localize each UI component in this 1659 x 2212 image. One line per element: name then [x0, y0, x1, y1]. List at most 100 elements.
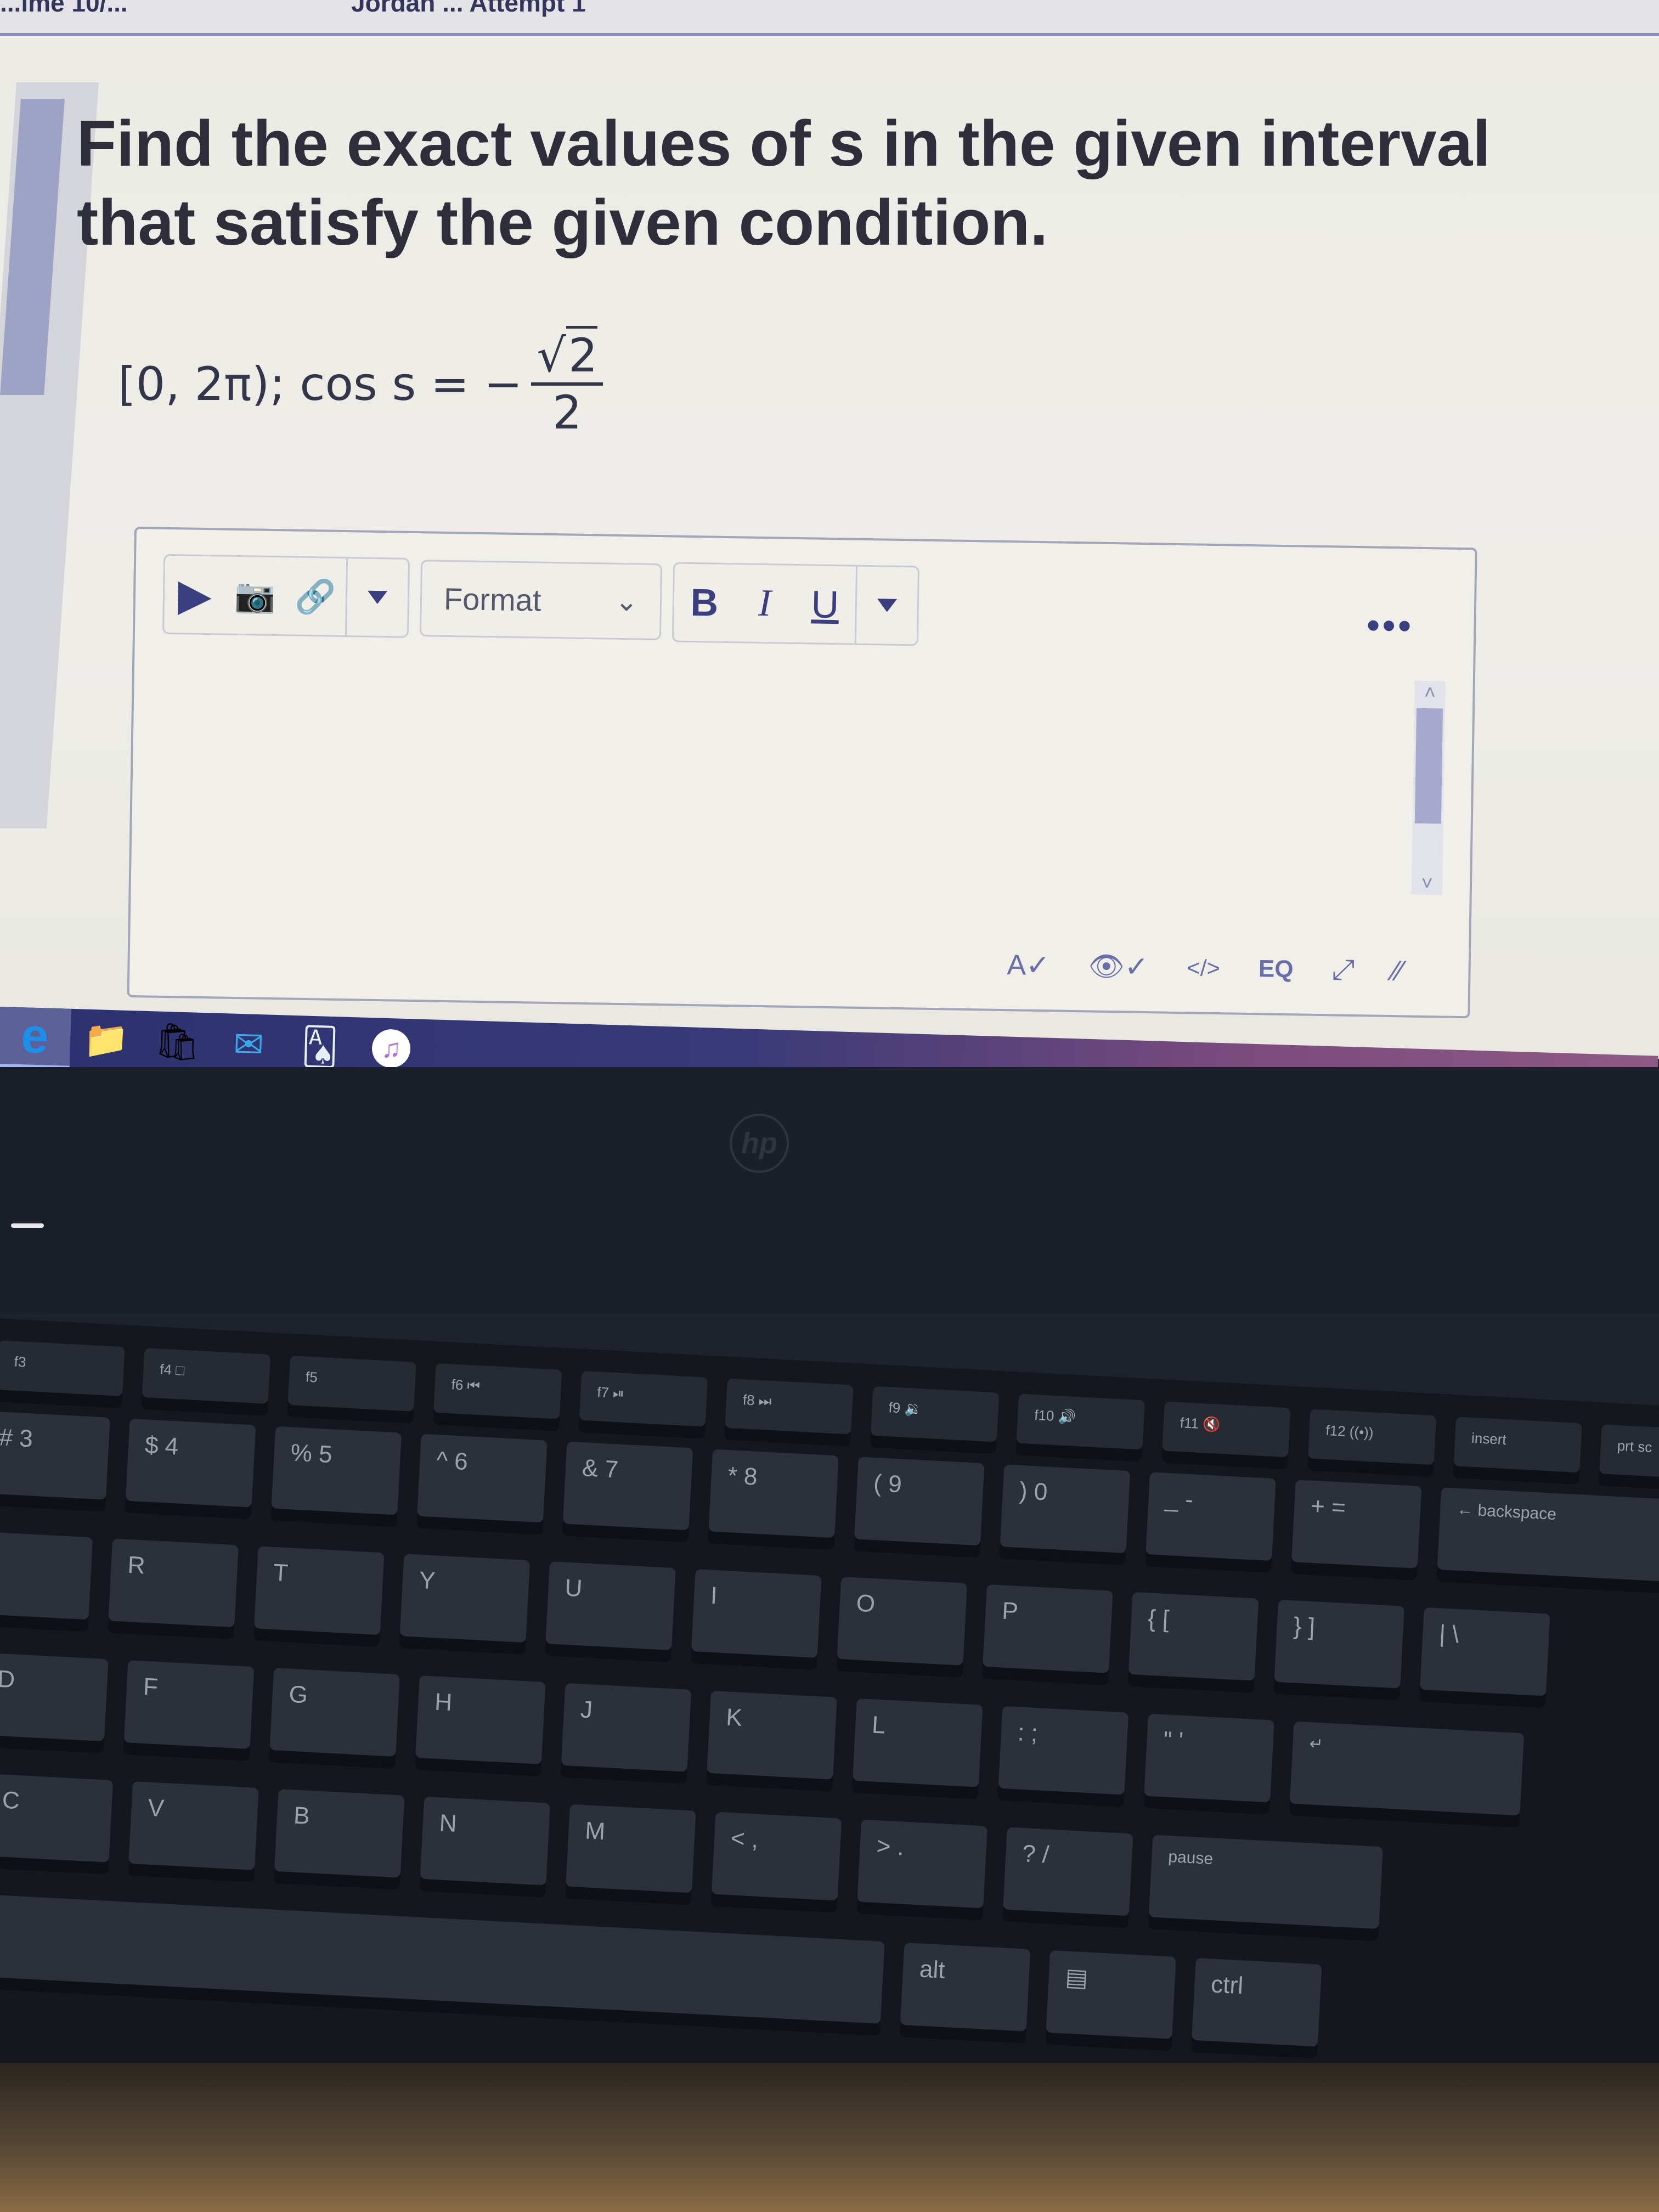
key[interactable]: O — [837, 1577, 968, 1666]
taskbar-app-store[interactable]: 🛍 — [141, 1011, 214, 1074]
find-replace-icon[interactable]: EQ — [1259, 955, 1294, 983]
key[interactable]: f4 □ — [142, 1348, 271, 1404]
equation-fraction: √2 2 — [531, 326, 603, 439]
key[interactable]: f12 ((•)) — [1307, 1409, 1437, 1465]
source-code-icon[interactable]: </> — [1187, 955, 1220, 981]
key[interactable]: D — [0, 1652, 109, 1742]
key[interactable]: alt — [900, 1942, 1031, 2032]
key[interactable]: % 5 — [271, 1426, 402, 1515]
scroll-down-icon[interactable]: ˅ — [1412, 872, 1443, 895]
fullscreen-icon[interactable]: ⤢ — [1331, 953, 1355, 987]
key[interactable]: F — [123, 1660, 255, 1750]
format-select[interactable]: Format ⌄ — [419, 560, 663, 641]
key[interactable]: f6 ⏮ — [433, 1363, 562, 1419]
key[interactable]: T — [253, 1546, 385, 1635]
key[interactable]: E — [0, 1531, 93, 1620]
key[interactable]: " ' — [1144, 1713, 1274, 1803]
editor-scrollbar[interactable]: ˄ ˅ — [1411, 680, 1446, 895]
key[interactable]: { [ — [1128, 1592, 1259, 1681]
accessibility-check-icon[interactable]: 👁✓ — [1088, 949, 1149, 984]
media-toolbar-group: ▶ 📷 🔗 — [162, 554, 410, 638]
taskbar-app-file-explorer[interactable]: 📁 — [70, 1009, 143, 1071]
key[interactable]: ^ 6 — [417, 1434, 548, 1523]
key[interactable]: _ - — [1146, 1472, 1276, 1561]
link-icon[interactable]: 🔗 — [285, 557, 346, 635]
key[interactable]: f9 🔉 — [870, 1386, 1000, 1442]
taskbar-app-mail[interactable]: ✉ — [212, 1013, 285, 1076]
key[interactable]: Y — [399, 1554, 531, 1643]
key[interactable]: f8 ⏭ — [725, 1378, 854, 1435]
key[interactable]: } ] — [1274, 1599, 1404, 1689]
key[interactable]: ( 9 — [854, 1457, 985, 1546]
key[interactable]: prt sc — [1599, 1424, 1659, 1481]
key[interactable]: f7 ⏯ — [579, 1370, 708, 1427]
key[interactable]: J — [561, 1683, 692, 1772]
folder-icon: 📁 — [83, 1018, 129, 1060]
key[interactable]: R — [108, 1538, 239, 1628]
editor-content-area[interactable] — [153, 650, 1424, 928]
video-icon[interactable]: ▶ — [164, 556, 225, 634]
spellcheck-icon[interactable]: A✓ — [1007, 949, 1050, 982]
key[interactable]: $ 4 — [125, 1418, 256, 1508]
radicand: 2 — [566, 326, 598, 382]
bold-button[interactable]: B — [674, 563, 735, 641]
key[interactable]: f3 — [0, 1340, 125, 1396]
hp-logo: hp — [730, 1114, 789, 1173]
edge-icon: e — [20, 1008, 49, 1064]
bezel-glare — [11, 1223, 44, 1228]
key[interactable]: | \ — [1420, 1607, 1550, 1696]
key[interactable]: f11 🔇 — [1162, 1401, 1291, 1458]
key[interactable]: V — [128, 1781, 259, 1870]
taskbar-app-edge[interactable]: e — [0, 1007, 71, 1069]
key[interactable]: P — [983, 1584, 1113, 1673]
key[interactable] — [0, 1894, 885, 2024]
key[interactable]: I — [691, 1569, 822, 1658]
key[interactable]: ? / — [1003, 1827, 1133, 1916]
key[interactable]: U — [545, 1561, 676, 1651]
key[interactable]: * 8 — [708, 1449, 839, 1538]
page-scrollbar-thumb[interactable] — [0, 99, 65, 395]
resize-handle-icon[interactable]: ⁄⁄ — [1393, 955, 1403, 988]
key[interactable]: > . — [857, 1819, 988, 1909]
key[interactable]: insert — [1453, 1417, 1582, 1473]
key[interactable]: + = — [1291, 1480, 1422, 1568]
key[interactable]: ← backspace — [1437, 1487, 1659, 1582]
caret-down-icon — [367, 590, 388, 605]
scroll-up-icon[interactable]: ˄ — [1414, 681, 1446, 704]
key[interactable]: f10 🔊 — [1016, 1393, 1145, 1450]
key[interactable]: ) 0 — [1000, 1464, 1131, 1554]
key[interactable]: # 3 — [0, 1410, 110, 1500]
camera-icon[interactable]: 📷 — [224, 557, 286, 635]
key[interactable]: ▤ — [1046, 1950, 1176, 2039]
key[interactable]: < , — [711, 1812, 842, 1901]
keyboard-space-row: alt ▤ ctrl — [0, 1894, 1322, 2047]
key[interactable]: G — [269, 1668, 400, 1757]
key[interactable]: K — [707, 1690, 837, 1780]
toolbar-more-button[interactable]: ••• — [1366, 603, 1414, 647]
media-more-dropdown[interactable] — [347, 558, 408, 636]
answer-rich-text-editor[interactable]: ▶ 📷 🔗 Format ⌄ B I U ••• ˄ ˅ A✓ 👁✓ </> E… — [127, 527, 1477, 1019]
key[interactable]: L — [852, 1698, 983, 1787]
key[interactable]: C — [0, 1774, 114, 1863]
italic-button[interactable]: I — [734, 565, 795, 642]
text-style-toolbar-group: B I U — [672, 562, 920, 646]
underline-button[interactable]: U — [794, 566, 856, 644]
format-select-value: Format — [443, 581, 541, 618]
key[interactable]: pause — [1148, 1835, 1383, 1929]
equation-interval: [0, 2π); cos s = − — [118, 357, 523, 411]
key[interactable]: ↵ — [1289, 1721, 1525, 1816]
text-style-more-dropdown[interactable] — [856, 567, 918, 645]
key[interactable]: & 7 — [562, 1441, 693, 1531]
key[interactable]: f5 — [287, 1355, 416, 1412]
key[interactable]: : ; — [998, 1706, 1129, 1795]
key[interactable]: ctrl — [1192, 1957, 1322, 2047]
radical-sign: √ — [537, 329, 566, 382]
key[interactable]: M — [566, 1804, 696, 1893]
fraction-numerator: √2 — [531, 326, 603, 386]
editor-scrollbar-thumb[interactable] — [1414, 708, 1443, 824]
key[interactable]: H — [415, 1675, 546, 1764]
key[interactable]: N — [420, 1796, 551, 1886]
question-prompt: Find the exact values of s in the given … — [77, 108, 1491, 259]
header-left-text: ...ime 10/... — [0, 0, 128, 17]
key[interactable]: B — [274, 1788, 405, 1878]
